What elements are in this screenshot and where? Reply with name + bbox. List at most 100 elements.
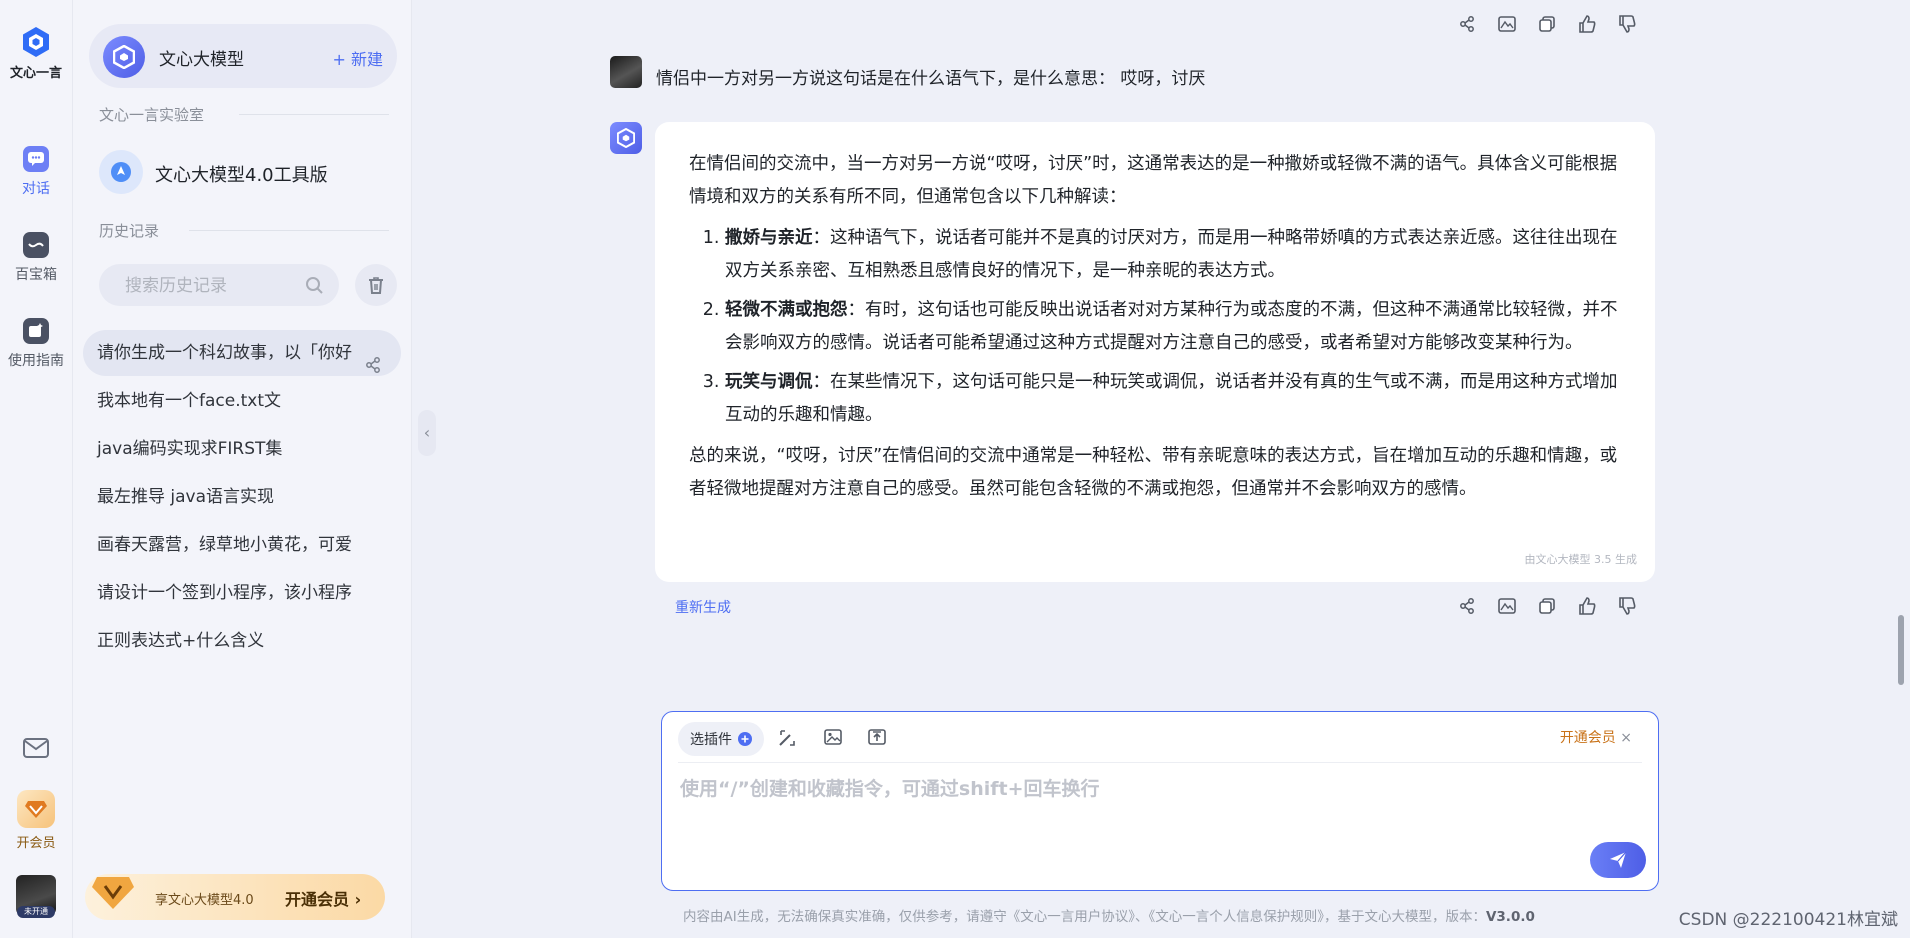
select-plugin-button[interactable]: 选插件 xyxy=(678,722,764,756)
disclaimer-text: 内容由AI生成，无法确保真实准确，仅供参考，请遵守《文心一言用户协议》、《文心一… xyxy=(683,909,1486,925)
guide-icon xyxy=(23,318,49,344)
send-icon xyxy=(1610,851,1627,868)
avatar-tag: 未开通 xyxy=(17,906,55,918)
magic-wand-icon[interactable] xyxy=(778,729,796,751)
image-icon[interactable] xyxy=(1496,595,1518,617)
history-item[interactable]: 请你生成一个科幻故事，以「你好 xyxy=(83,330,401,376)
thumbs-up-icon[interactable] xyxy=(1576,595,1598,617)
rail-item-guide[interactable]: 使用指南 xyxy=(0,318,72,370)
rail-item-label: 百宝箱 xyxy=(15,267,57,283)
history-item-label: 请设计一个签到小程序，该小程序 xyxy=(97,583,352,603)
history-search-input[interactable] xyxy=(99,264,317,308)
composer-vip-link[interactable]: 开通会员 × xyxy=(1560,727,1632,747)
thumbs-down-icon[interactable] xyxy=(1616,595,1638,617)
history-item[interactable]: 最左推导 java语言实现 xyxy=(83,474,401,520)
user-message-avatar xyxy=(610,56,642,88)
lab-section-title: 文心一言实验室 xyxy=(99,104,389,125)
chat-icon xyxy=(23,146,49,172)
disclaimer: 内容由AI生成，无法确保真实准确，仅供参考，请遵守《文心一言用户协议》、《文心一… xyxy=(683,905,1535,925)
answer-point-title: 撒娇与亲近 xyxy=(725,228,813,248)
bot-avatar xyxy=(610,122,642,154)
user-avatar[interactable]: 未开通 xyxy=(16,875,56,918)
history-item-label: 画春天露营，绿草地小黄花，可爱 xyxy=(97,535,352,555)
history-item[interactable]: java编码实现求FIRST集 xyxy=(83,426,401,472)
history-title: 历史记录 xyxy=(99,222,160,240)
vip-entry[interactable]: 开会员 xyxy=(0,790,72,851)
answer-points: 撒娇与亲近：这种语气下，说话者可能并不是真的讨厌对方，而是用一种略带娇嗔的方式表… xyxy=(689,222,1619,432)
file-upload-icon[interactable] xyxy=(868,729,886,749)
app-logo[interactable]: 文心一言 xyxy=(0,26,72,81)
history-item[interactable]: 我本地有一个face.txt文 xyxy=(83,378,401,424)
history-item-label: 我本地有一个face.txt文 xyxy=(97,391,282,411)
thumbs-down-icon[interactable] xyxy=(1616,13,1638,35)
model-card[interactable]: 文心大模型 + 新建 xyxy=(89,24,397,88)
answer-point: 撒娇与亲近：这种语气下，说话者可能并不是真的讨厌对方，而是用一种略带娇嗔的方式表… xyxy=(725,222,1619,288)
composer-vip-label: 开通会员 xyxy=(1559,730,1616,746)
share-icon[interactable] xyxy=(1456,13,1478,35)
divider xyxy=(239,114,389,115)
left-rail: 文心一言 对话 百宝箱 使用指南 开会员 未开通 xyxy=(0,0,73,938)
close-icon[interactable]: × xyxy=(1620,730,1632,746)
composer-divider xyxy=(678,762,1642,763)
history-list: 请你生成一个科幻故事，以「你好 我本地有一个face.txt文 java编码实现… xyxy=(83,330,401,666)
scrollbar-thumb[interactable] xyxy=(1898,615,1904,685)
bot-answer-card: 在情侣间的交流中，当一方对另一方说“哎呀，讨厌”时，这通常表达的是一种撒娇或轻微… xyxy=(655,122,1655,582)
rail-item-label: 使用指南 xyxy=(8,353,64,369)
share-icon[interactable] xyxy=(1456,595,1478,617)
rail-item-chat[interactable]: 对话 xyxy=(0,146,72,198)
vip-promo-banner[interactable]: 享文心大模型4.0 开通会员 › xyxy=(85,874,385,920)
vip-label: 开会员 xyxy=(16,836,56,851)
answer-point-title: 轻微不满或抱怨 xyxy=(725,300,848,320)
csdn-watermark: CSDN @222100421林宜斌 xyxy=(1678,910,1898,930)
app-logo-text: 文心一言 xyxy=(9,66,62,81)
answer-point: 轻微不满或抱怨：有时，这句话也可能反映出说话者对对方某种行为或态度的不满，但这种… xyxy=(725,294,1619,360)
open-vip-button[interactable]: 开通会员 › xyxy=(285,886,361,910)
history-item[interactable]: 画春天露营，绿草地小黄花，可爱 xyxy=(83,522,401,568)
share-icon[interactable] xyxy=(365,345,381,376)
copy-icon[interactable] xyxy=(1536,13,1558,35)
chat-composer: 选插件 开通会员 × xyxy=(661,711,1659,891)
generated-by-note: 由文心大模型 3.5 生成 xyxy=(1524,553,1638,566)
trash-icon xyxy=(369,277,383,294)
collapse-sidebar-button[interactable]: ‹ xyxy=(418,410,436,456)
vip-badge-icon xyxy=(89,868,137,916)
diamond-icon xyxy=(17,790,55,828)
send-button[interactable] xyxy=(1590,842,1646,878)
history-section-title: 历史记录 xyxy=(99,220,389,241)
regenerate-button[interactable]: 重新生成 xyxy=(675,597,731,617)
user-message: 情侣中一方对另一方说这句话是在什么语气下，是什么意思： 哎呀，讨厌 xyxy=(656,69,1206,89)
answer-summary: 总的来说，“哎呀，讨厌”在情侣间的交流中通常是一种轻松、带有亲昵意味的表达方式，… xyxy=(689,446,1618,499)
image-upload-icon[interactable] xyxy=(824,729,842,749)
history-item[interactable]: 请设计一个签到小程序，该小程序 xyxy=(83,570,401,616)
toolbox-icon xyxy=(23,232,49,258)
wenxin-logo-icon xyxy=(617,128,635,148)
history-item-label: 最左推导 java语言实现 xyxy=(97,487,275,507)
answer-intro: 在情侣间的交流中，当一方对另一方说“哎呀，讨厌”时，这通常表达的是一种撒娇或轻微… xyxy=(689,154,1618,207)
promo-text: 享文心大模型4.0 xyxy=(155,893,254,908)
wenxin-logo-icon xyxy=(23,27,49,57)
clear-history-button[interactable] xyxy=(355,264,397,306)
model-logo-icon xyxy=(103,36,145,78)
rail-item-toolbox[interactable]: 百宝箱 xyxy=(0,232,72,284)
thumbs-up-icon[interactable] xyxy=(1576,13,1598,35)
model-name: 文心大模型 xyxy=(159,50,244,70)
rail-item-label: 对话 xyxy=(22,181,50,197)
answer-actions xyxy=(1456,595,1638,617)
copy-icon[interactable] xyxy=(1536,595,1558,617)
mail-icon[interactable] xyxy=(23,738,49,762)
search-icon[interactable] xyxy=(305,276,323,298)
version-label: V3.0.0 xyxy=(1485,909,1535,925)
history-item[interactable]: 正则表达式+什么含义 xyxy=(83,618,401,664)
history-search xyxy=(99,264,339,308)
image-icon[interactable] xyxy=(1496,13,1518,35)
new-chat-button[interactable]: + 新建 xyxy=(333,46,384,70)
previous-answer-actions xyxy=(1456,13,1638,35)
divider xyxy=(189,230,389,231)
history-item-label: 正则表达式+什么含义 xyxy=(97,631,265,651)
plugin-label: 选插件 xyxy=(690,732,732,748)
chat-input[interactable] xyxy=(678,772,1622,846)
plus-circle-icon xyxy=(738,732,752,746)
history-item-label: 请你生成一个科幻故事，以「你好 xyxy=(97,343,352,363)
answer-point: 玩笑与调侃：在某些情况下，这句话可能只是一种玩笑或调侃，说话者并没有真的生气或不… xyxy=(725,366,1619,432)
answer-point-text: ：有时，这句话也可能反映出说话者对对方某种行为或态度的不满，但这种不满通常比较轻… xyxy=(725,300,1618,353)
